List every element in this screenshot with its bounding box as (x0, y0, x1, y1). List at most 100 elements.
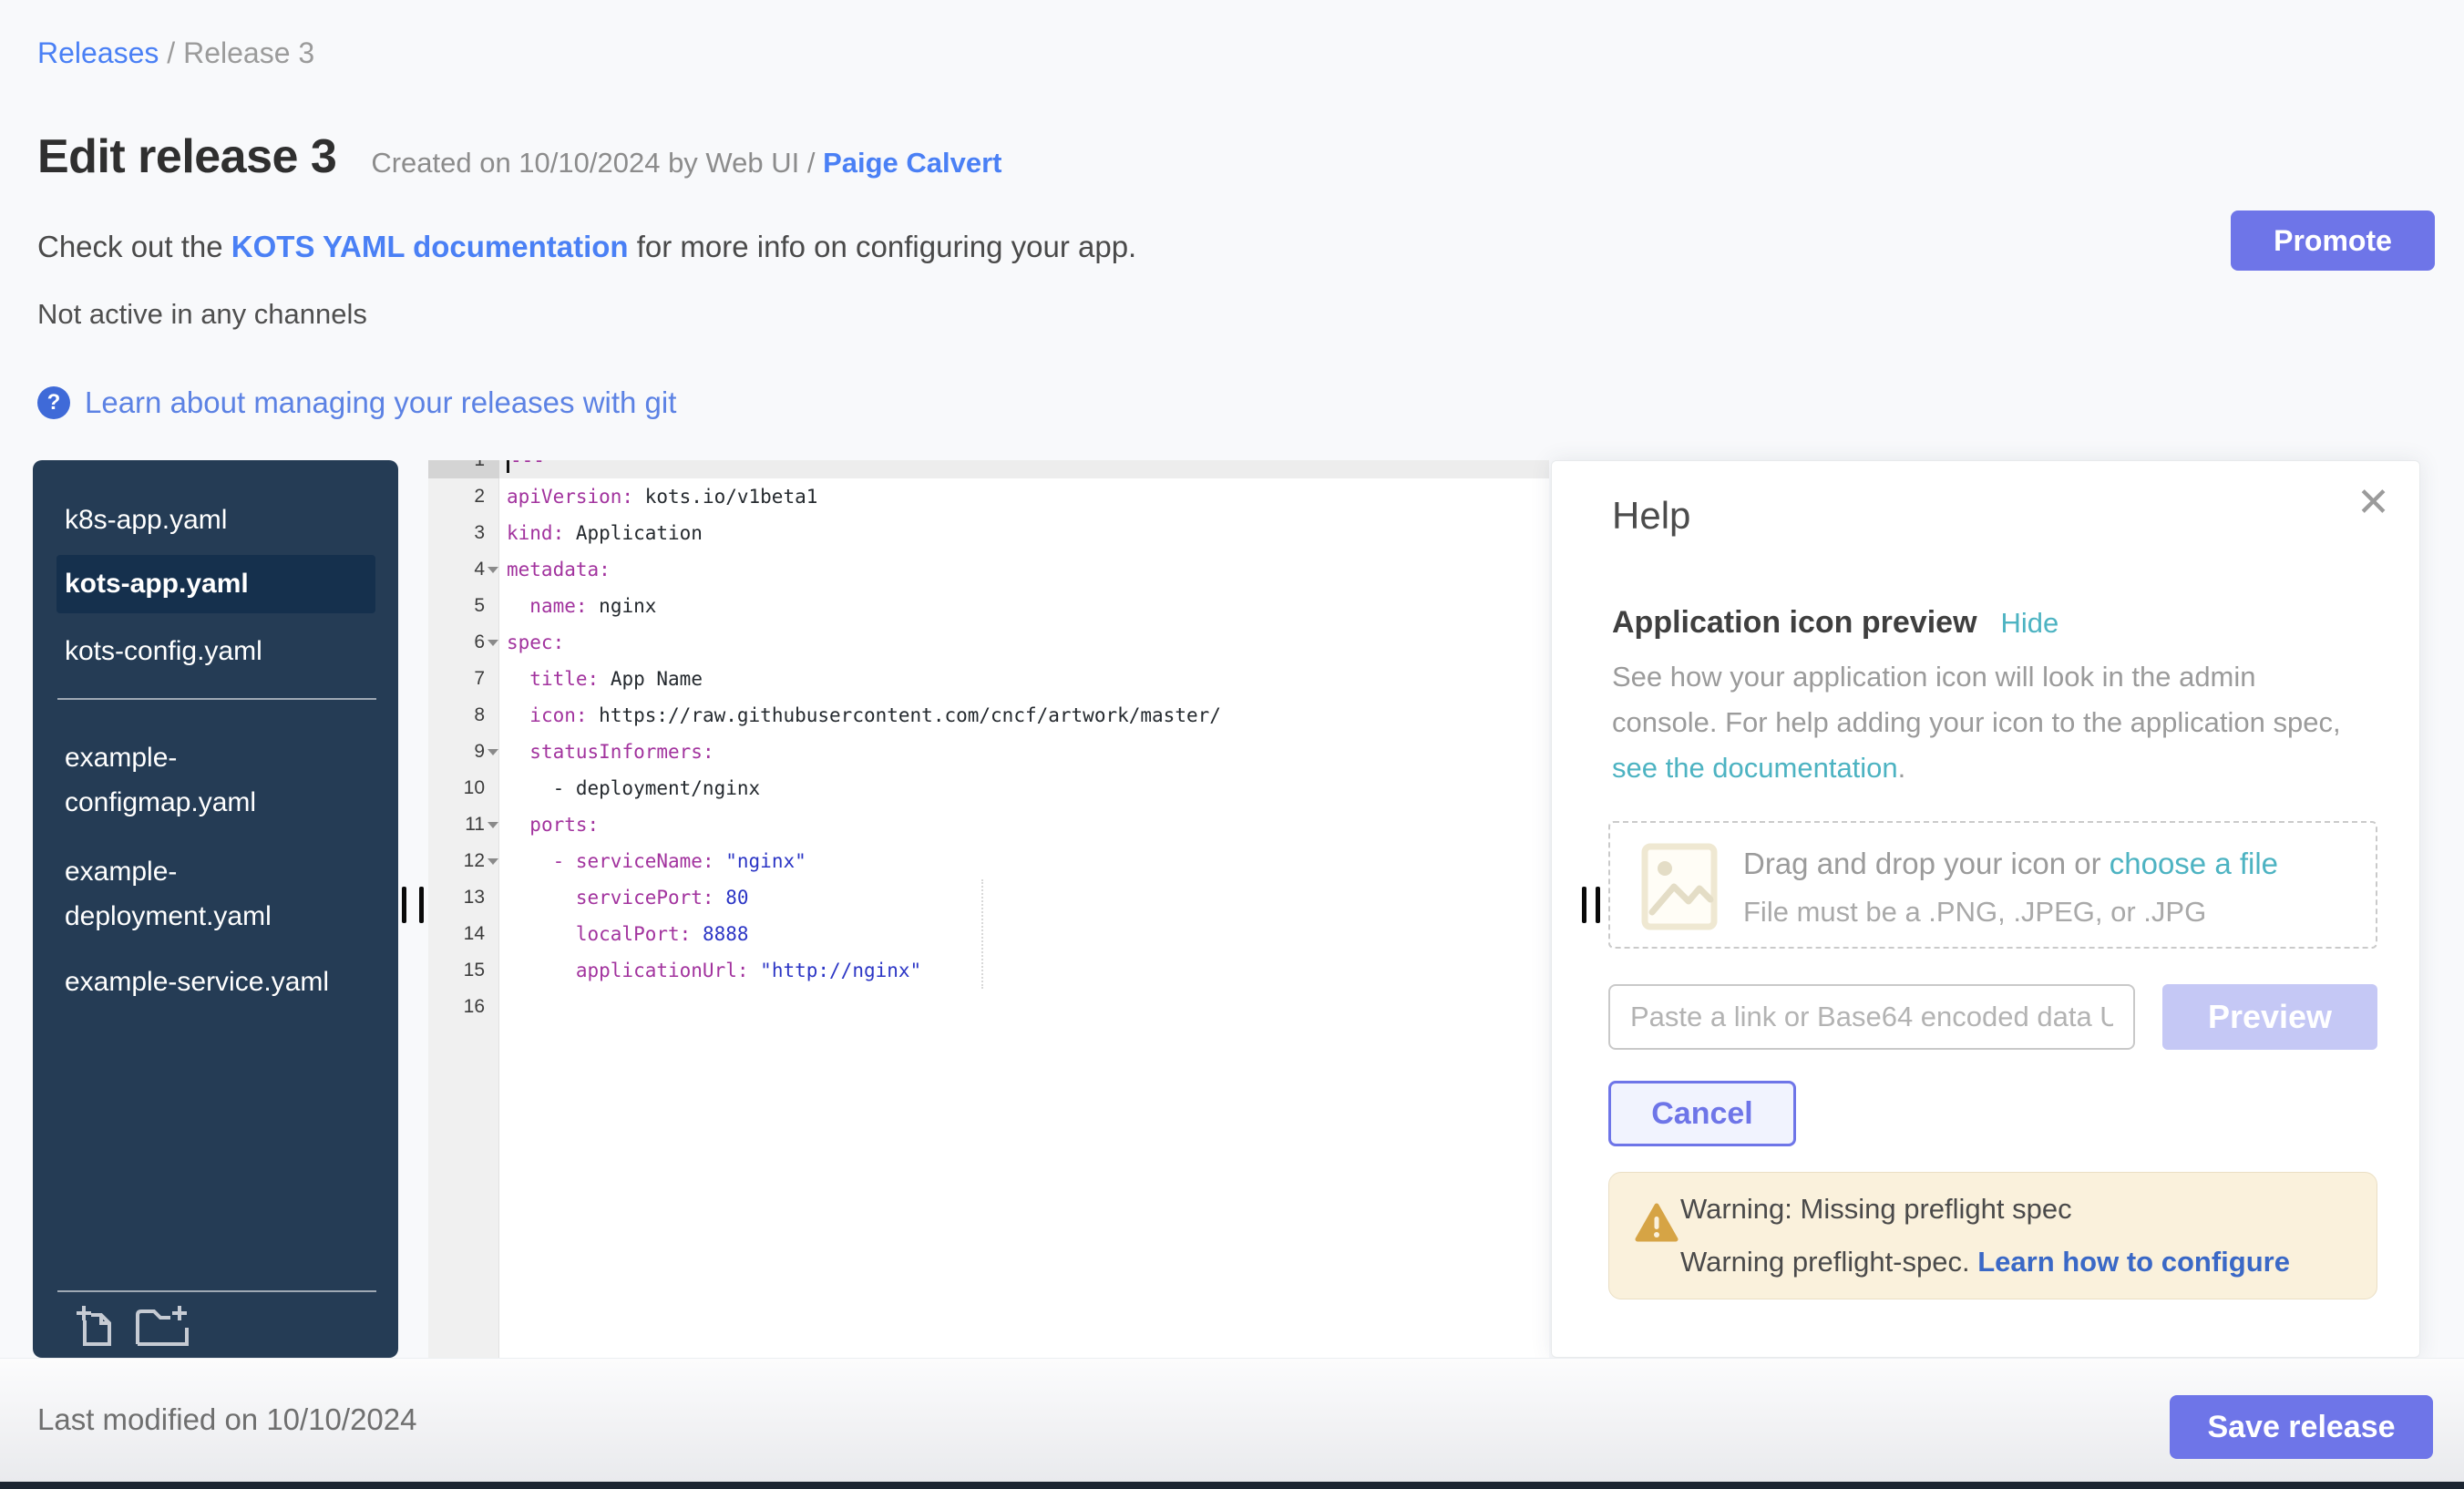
sidebar-item-example-configmap.yaml[interactable]: example-configmap.yaml (33, 735, 398, 825)
sidebar-item-k8s-app.yaml[interactable]: k8s-app.yaml (33, 500, 398, 540)
last-modified-text: Last modified on 10/10/2024 (37, 1402, 416, 1437)
icon-dropzone[interactable]: Drag and drop your icon or choose a file… (1608, 821, 2377, 949)
code-line[interactable]: 12 - serviceName: "nginx" (428, 843, 1549, 879)
sidebar-item-kots-app.yaml[interactable]: kots-app.yaml (56, 555, 375, 613)
code-text[interactable]: localPort: 8888 (499, 916, 1549, 952)
warning-triangle-icon (1635, 1202, 1679, 1244)
line-number: 16 (428, 989, 499, 1025)
file-label: example- (65, 735, 398, 780)
icon-url-input[interactable] (1608, 984, 2135, 1050)
learn-git-link[interactable]: ? Learn about managing your releases wit… (37, 385, 676, 420)
sidebar-bottom-divider (57, 1290, 376, 1292)
created-info: Created on 10/10/2024 by Web UI / Paige … (371, 147, 1001, 180)
sidebar-item-example-service.yaml[interactable]: example-service.yaml (33, 962, 398, 1002)
code-line[interactable]: 14 localPort: 8888 (428, 916, 1549, 952)
sidebar-item-example-deployment.yaml[interactable]: example-deployment.yaml (33, 849, 398, 939)
cancel-button[interactable]: Cancel (1608, 1081, 1796, 1146)
code-line[interactable]: 10 - deployment/nginx (428, 770, 1549, 806)
code-text[interactable]: - serviceName: "nginx" (499, 843, 1549, 879)
promote-button[interactable]: Promote (2231, 211, 2435, 271)
file-label: example-service.yaml (65, 962, 398, 1002)
kots-yaml-docs-link[interactable]: KOTS YAML documentation (231, 230, 629, 263)
fold-arrow-icon[interactable] (488, 640, 498, 652)
line-number: 3 (428, 515, 499, 551)
code-text[interactable] (499, 989, 1549, 1025)
help-resize-handle[interactable] (1582, 887, 1586, 923)
footer-bar: Last modified on 10/10/2024 Save release (0, 1358, 2464, 1482)
code-text[interactable]: spec: (499, 624, 1549, 661)
file-label: k8s-app.yaml (65, 500, 398, 540)
image-placeholder-icon (1641, 843, 1718, 930)
fold-arrow-icon[interactable] (488, 858, 498, 870)
fold-arrow-icon[interactable] (488, 567, 498, 579)
warning-detail: Warning preflight-spec. Learn how to con… (1680, 1246, 2290, 1278)
line-number: 1 (428, 460, 499, 478)
description-line: see the documentation. (1612, 745, 2341, 791)
fold-arrow-icon[interactable] (488, 749, 498, 761)
code-text[interactable]: kind: Application (499, 515, 1549, 551)
code-line[interactable]: 2apiVersion: kots.io/v1beta1 (428, 478, 1549, 515)
new-folder-icon[interactable] (134, 1304, 192, 1348)
docs-hint-prefix: Check out the (37, 230, 231, 263)
code-text[interactable]: apiVersion: kots.io/v1beta1 (499, 478, 1549, 515)
preflight-warning-box: Warning: Missing preflight spec Warning … (1608, 1172, 2377, 1299)
file-list: k8s-app.yaml kots-app.yaml kots-config.yam… (33, 500, 398, 1017)
title-row: Edit release 3 Created on 10/10/2024 by … (37, 129, 1002, 184)
code-text[interactable]: - deployment/nginx (499, 770, 1549, 806)
code-text[interactable]: ports: (499, 806, 1549, 843)
fold-arrow-icon[interactable] (488, 822, 498, 834)
sidebar-resize-handle[interactable] (402, 887, 406, 923)
code-text[interactable]: statusInformers: (499, 734, 1549, 770)
choose-file-link[interactable]: choose a file (2110, 847, 2278, 880)
icon-url-row: Preview (1608, 984, 2377, 1050)
line-number: 11 (428, 806, 499, 843)
learn-configure-link[interactable]: Learn how to configure (1977, 1246, 2290, 1278)
breadcrumb-releases-link[interactable]: Releases (37, 36, 159, 69)
code-line[interactable]: 15 applicationUrl: "http://nginx" (428, 952, 1549, 989)
new-file-icon[interactable] (76, 1304, 114, 1348)
code-line[interactable]: 1--- (428, 460, 1549, 478)
code-line[interactable]: 13 servicePort: 80 (428, 879, 1549, 916)
code-line[interactable]: 11 ports: (428, 806, 1549, 843)
code-line[interactable]: 8 icon: https://raw.githubusercontent.co… (428, 697, 1549, 734)
code-line[interactable]: 9 statusInformers: (428, 734, 1549, 770)
created-author-link[interactable]: Paige Calvert (823, 147, 1001, 179)
file-label: example- (65, 849, 398, 894)
code-text[interactable]: name: nginx (499, 588, 1549, 624)
help-resize-handle[interactable] (1596, 887, 1600, 923)
code-line[interactable]: 4metadata: (428, 551, 1549, 588)
text-cursor (507, 460, 509, 473)
line-number: 12 (428, 843, 499, 879)
code-text[interactable]: metadata: (499, 551, 1549, 588)
sidebar-divider (57, 698, 376, 700)
code-line[interactable]: 5 name: nginx (428, 588, 1549, 624)
release-editor-main: k8s-app.yaml kots-app.yaml kots-config.yam… (33, 460, 2420, 1358)
line-number: 13 (428, 879, 499, 916)
code-text[interactable]: servicePort: 80 (499, 879, 1549, 916)
code-line[interactable]: 16 (428, 989, 1549, 1025)
code-line[interactable]: 3kind: Application (428, 515, 1549, 551)
see-documentation-link[interactable]: see the documentation (1612, 752, 1898, 784)
warning-title: Warning: Missing preflight spec (1680, 1193, 2072, 1226)
code-text[interactable]: icon: https://raw.githubusercontent.com/… (499, 697, 1549, 734)
help-panel-title: Help (1612, 494, 1690, 538)
sidebar-item-kots-config.yaml[interactable]: kots-config.yaml (33, 632, 398, 672)
description-period: . (1898, 752, 1906, 784)
preview-button[interactable]: Preview (2162, 984, 2377, 1050)
bottom-window-edge (0, 1482, 2464, 1489)
channel-status-text: Not active in any channels (37, 298, 367, 331)
hide-link[interactable]: Hide (2001, 607, 2059, 640)
dropzone-filetypes: File must be a .PNG, .JPEG, or .JPG (1743, 896, 2206, 929)
code-text[interactable]: applicationUrl: "http://nginx" (499, 952, 1549, 989)
line-number: 2 (428, 478, 499, 515)
code-text[interactable]: --- (499, 460, 1549, 478)
save-release-button[interactable]: Save release (2170, 1395, 2433, 1459)
sidebar-actions (76, 1304, 192, 1348)
code-line[interactable]: 6spec: (428, 624, 1549, 661)
code-line[interactable]: 7 title: App Name (428, 661, 1549, 697)
code-text[interactable]: title: App Name (499, 661, 1549, 697)
yaml-editor[interactable]: 1---2apiVersion: kots.io/v1beta13kind: A… (428, 460, 1549, 1358)
close-icon[interactable]: ✕ (2356, 483, 2390, 523)
created-text: Created on 10/10/2024 by Web UI / (371, 147, 823, 179)
sidebar-resize-handle[interactable] (419, 887, 424, 923)
